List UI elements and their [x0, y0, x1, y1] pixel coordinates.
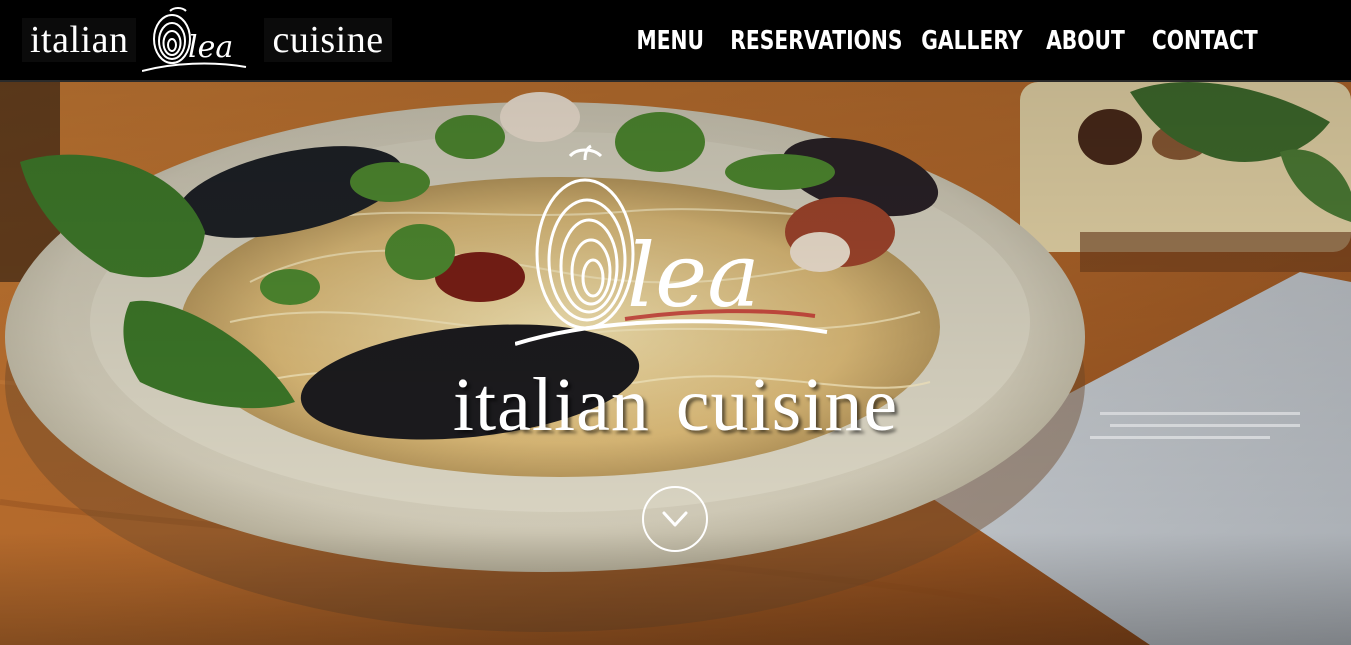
hero-olea-logo-icon: lea — [515, 144, 828, 346]
olea-fingerprint-logo-icon: lea — [142, 7, 247, 72]
nav-item-gallery[interactable]: GALLERY — [921, 26, 1022, 56]
brand-logo-link[interactable]: italian lea cuisine — [22, 7, 392, 72]
top-navigation-bar: italian lea cuisine MENU RESERVATIONS GA… — [0, 0, 1351, 82]
nav-item-about[interactable]: ABOUT — [1046, 26, 1125, 56]
chevron-down-icon — [662, 511, 688, 527]
hero-section: lea italian cuisine — [0, 82, 1351, 645]
brand-word-italian: italian — [22, 18, 137, 62]
nav-item-reservations[interactable]: RESERVATIONS — [730, 26, 902, 56]
hero-logo-text: lea — [627, 224, 760, 327]
nav-item-contact[interactable]: CONTACT — [1152, 26, 1258, 56]
hero-tagline: italian cuisine — [452, 363, 899, 447]
brand-logo-text: lea — [188, 30, 233, 65]
main-nav: MENU RESERVATIONS GALLERY ABOUT CONTACT — [627, 0, 1273, 82]
brand-word-cuisine: cuisine — [264, 18, 392, 62]
scroll-down-button[interactable] — [642, 486, 708, 552]
nav-item-menu[interactable]: MENU — [637, 26, 704, 56]
